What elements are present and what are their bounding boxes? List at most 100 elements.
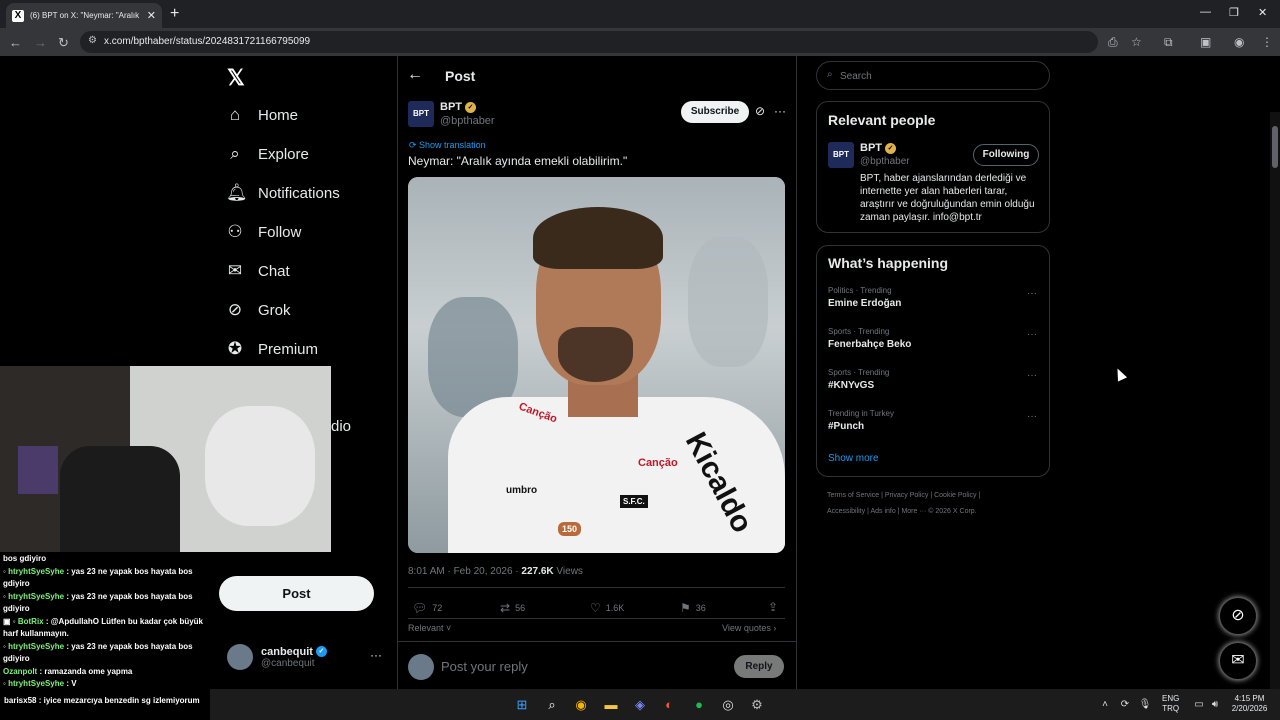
author-avatar[interactable]: BPT <box>408 101 434 127</box>
following-button[interactable]: Following <box>973 144 1039 166</box>
chat-line: ◦ htryhtSyeSyhe : yas 23 ne yapak bos ha… <box>3 566 193 589</box>
tray-app-icon[interactable]: ⟳ <box>1116 696 1134 714</box>
nav-premium[interactable]: ✪ Premium <box>226 339 318 359</box>
nav-partial-label: dio <box>331 418 352 435</box>
nav-notifications[interactable]: 🔔︎ Notifications <box>226 183 340 203</box>
trend-item[interactable]: Sports · Trending Fenerbahçe Beko <box>828 327 911 350</box>
repost-action[interactable]: ⇄ 56 <box>500 601 525 615</box>
chat-line: bos gdiyiro <box>3 554 47 563</box>
app-icon[interactable]: ◐ <box>660 696 678 714</box>
nav-follow[interactable]: ⚇ Follow <box>226 222 301 242</box>
nav-label: Follow <box>258 223 302 241</box>
extensions-icon[interactable]: ⧉ <box>1164 35 1173 50</box>
back-icon[interactable]: ← <box>9 35 22 50</box>
sort-label: Relevant <box>408 623 444 633</box>
more-options-icon[interactable]: ··· <box>370 648 382 662</box>
show-translation-link[interactable]: ⟳ Show translation <box>409 140 486 151</box>
nav-label: Explore <box>258 145 309 163</box>
subscribe-button[interactable]: Subscribe <box>681 101 749 123</box>
sidebar-post-button[interactable]: Post <box>219 576 374 611</box>
clock[interactable]: 4:15 PM 2/20/2026 <box>1227 694 1272 714</box>
view-quotes-link[interactable]: View quotes › <box>722 623 776 633</box>
restore-icon[interactable]: ❐ <box>1229 6 1239 19</box>
trend-item[interactable]: Trending in Turkey #Punch <box>828 409 894 432</box>
avatar <box>227 644 253 670</box>
site-info-icon[interactable]: ⚙ <box>88 35 97 46</box>
grok-icon[interactable]: ⊘ <box>755 104 765 118</box>
close-window-icon[interactable]: ✕ <box>1258 6 1267 19</box>
browser-tab[interactable]: X (6) BPT on X: "Neymar: "Aralık a ✕ <box>6 3 162 28</box>
nav-explore[interactable]: ⌕ Explore <box>226 144 309 164</box>
reload-icon[interactable]: ↻ <box>58 35 69 51</box>
back-arrow-icon[interactable]: ← <box>407 66 423 84</box>
messages-fab-button[interactable]: ✉ <box>1219 642 1257 680</box>
post-meta: 8:01 AM · Feb 20, 2026 · 227.6K Views <box>408 566 583 577</box>
person-name[interactable]: BPT ✓ <box>860 142 896 154</box>
minimize-icon[interactable]: — <box>1200 6 1211 18</box>
more-options-icon[interactable]: ··· <box>774 104 786 118</box>
more-options-icon[interactable]: ··· <box>1027 370 1037 381</box>
chevron-right-icon: › <box>770 623 777 633</box>
divider <box>397 641 796 642</box>
post-photo[interactable]: Canção Canção umbro 150 S.F.C. Kicaldo <box>408 177 785 553</box>
more-options-icon[interactable]: ··· <box>1027 288 1037 299</box>
discord-icon[interactable]: ◈ <box>631 696 649 714</box>
reply-button[interactable]: Reply <box>734 655 784 678</box>
person-add-icon: ⚇ <box>227 222 243 241</box>
bookmark-action[interactable]: ⚑ 36 <box>680 601 706 615</box>
column-divider <box>796 56 797 689</box>
sidepanel-icon[interactable]: ▣ <box>1200 35 1211 49</box>
search-icon[interactable]: ⌕ <box>543 696 561 714</box>
folder-icon[interactable]: ▬ <box>602 696 620 714</box>
share-icon[interactable]: ⇪ <box>768 600 778 614</box>
translate-icon: ⟳ <box>409 140 420 150</box>
more-options-icon[interactable]: ··· <box>1027 329 1037 340</box>
account-switcher[interactable]: canbequit ✓ @canbequit <box>227 644 327 670</box>
verified-gold-icon: ✓ <box>465 101 476 113</box>
sponsor-logo: Canção <box>638 457 678 469</box>
footer-links[interactable]: Accessibility | Ads info | More ··· © 20… <box>827 504 1037 520</box>
forward-icon[interactable]: → <box>34 35 47 50</box>
language-indicator[interactable]: ENG TRQ <box>1162 694 1179 714</box>
new-tab-icon[interactable]: + <box>170 5 179 23</box>
volume-icon[interactable]: 🔊︎ <box>1206 696 1224 714</box>
microphone-icon[interactable]: 🎙︎ <box>1136 696 1154 714</box>
spotify-icon[interactable]: ● <box>690 696 708 714</box>
nav-grok[interactable]: ⊘ Grok <box>226 300 291 320</box>
grok-fab-button[interactable]: ⊘ <box>1219 597 1257 635</box>
close-tab-icon[interactable]: ✕ <box>147 9 156 22</box>
scrollbar[interactable] <box>1270 112 1280 689</box>
settings-icon[interactable]: ⚙ <box>748 696 766 714</box>
install-icon[interactable]: ⎙ <box>1108 35 1118 50</box>
footer-links[interactable]: Terms of Service | Privacy Policy | Cook… <box>827 488 1037 504</box>
reply-input[interactable]: Post your reply <box>441 659 528 674</box>
menu-icon[interactable]: ⋮ <box>1261 35 1273 49</box>
trend-item[interactable]: Politics · Trending Emine Erdoğan <box>828 286 901 309</box>
author-handle[interactable]: @bpthaber <box>440 115 495 127</box>
stream-chat-overlay: bos gdiyiro ◦ htryhtSyeSyhe : yas 23 ne … <box>0 553 210 689</box>
windows-start-icon[interactable]: ⊞ <box>513 696 531 714</box>
sort-relevant-dropdown[interactable]: Relevant ˅ <box>408 623 451 633</box>
reply-action[interactable]: 💬︎ 72 <box>412 601 442 615</box>
nav-chat[interactable]: ✉ Chat <box>226 261 290 281</box>
nav-home[interactable]: ⌂ Home <box>226 105 298 125</box>
person-avatar[interactable]: BPT <box>828 142 854 168</box>
author-name[interactable]: BPT ✓ <box>440 101 476 113</box>
brand-logo: umbro <box>506 485 538 496</box>
person-handle[interactable]: @bpthaber <box>860 156 910 167</box>
address-bar[interactable]: ⚙ x.com/bpthaber/status/2024831721166795… <box>80 31 1098 53</box>
chrome-icon[interactable]: ◉ <box>572 696 590 714</box>
app-icon[interactable]: ◎ <box>719 696 737 714</box>
club-crest: S.F.C. <box>620 495 648 508</box>
profile-icon[interactable]: ◉ <box>1234 35 1244 49</box>
show-more-link[interactable]: Show more <box>828 453 879 464</box>
trend-item[interactable]: Sports · Trending #KNYvGS <box>828 368 889 391</box>
webcam-overlay <box>0 366 331 552</box>
more-options-icon[interactable]: ··· <box>1027 411 1037 422</box>
like-action[interactable]: ♡ 1.6K <box>590 601 624 615</box>
bookmark-star-icon[interactable]: ☆ <box>1131 35 1142 49</box>
chevron-up-icon[interactable]: ˄ <box>1096 696 1114 714</box>
search-input[interactable]: ⌕ Search <box>816 61 1050 90</box>
x-logo-icon[interactable]: 𝕏 <box>227 65 245 91</box>
scrollbar-thumb[interactable] <box>1272 126 1278 168</box>
